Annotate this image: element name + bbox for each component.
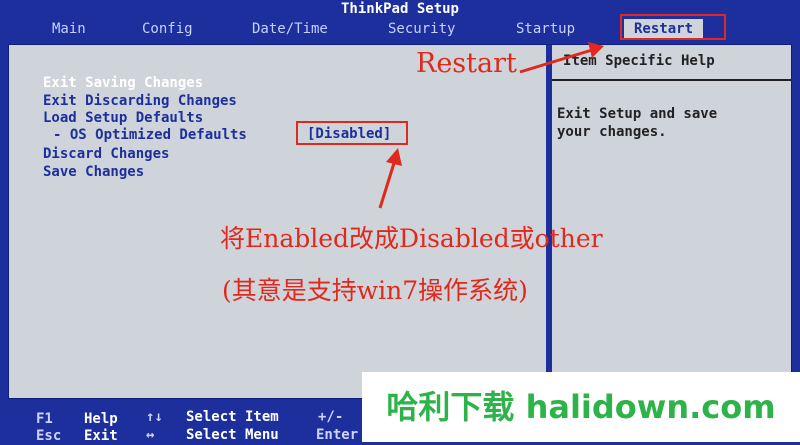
help-text: Exit Setup and save your changes. xyxy=(557,106,718,140)
restart-tab-highlight-box xyxy=(620,14,726,40)
footer-key-enter: Enter xyxy=(316,427,359,443)
tab-config[interactable]: Config xyxy=(142,19,193,40)
menu-item-exit-discarding-changes[interactable]: Exit Discarding Changes xyxy=(43,93,237,110)
menu-item-os-optimized-defaults[interactable]: - OS Optimized Defaults xyxy=(53,127,247,144)
footer-key-esc: Esc xyxy=(36,428,62,444)
restart-annotation-label: Restart xyxy=(416,48,517,79)
tab-date-time[interactable]: Date/Time xyxy=(252,19,328,40)
footer-key-left-right: ↔ xyxy=(146,427,155,443)
instruction-line-2: (其意是支持win7操作系统) xyxy=(222,276,528,305)
help-underline xyxy=(552,79,791,81)
footer-key-f1: F1 xyxy=(36,411,53,427)
footer-label-select-menu: Select Menu xyxy=(186,427,279,443)
os-optimized-value-highlight-box xyxy=(296,121,408,145)
menu-item-exit-saving-changes[interactable]: Exit Saving Changes xyxy=(43,75,203,92)
halidown-watermark: 哈利下载 halidown.com xyxy=(362,372,800,442)
tab-main[interactable]: Main xyxy=(52,19,86,40)
footer-key-plus-minus: +/- xyxy=(318,409,344,425)
footer-key-up-down: ↑↓ xyxy=(146,409,163,425)
menu-item-discard-changes[interactable]: Discard Changes xyxy=(43,146,169,163)
tab-startup[interactable]: Startup xyxy=(516,19,575,40)
footer-label-select-item: Select Item xyxy=(186,409,279,425)
footer-label-exit: Exit xyxy=(84,428,118,444)
footer-label-help: Help xyxy=(84,411,118,427)
instruction-line-1: 将Enabled改成Disabled或other xyxy=(220,224,603,253)
tab-security[interactable]: Security xyxy=(388,19,455,40)
menu-item-save-changes[interactable]: Save Changes xyxy=(43,164,144,181)
menu-item-load-setup-defaults[interactable]: Load Setup Defaults xyxy=(43,110,203,127)
help-heading: Item Specific Help xyxy=(563,53,715,69)
